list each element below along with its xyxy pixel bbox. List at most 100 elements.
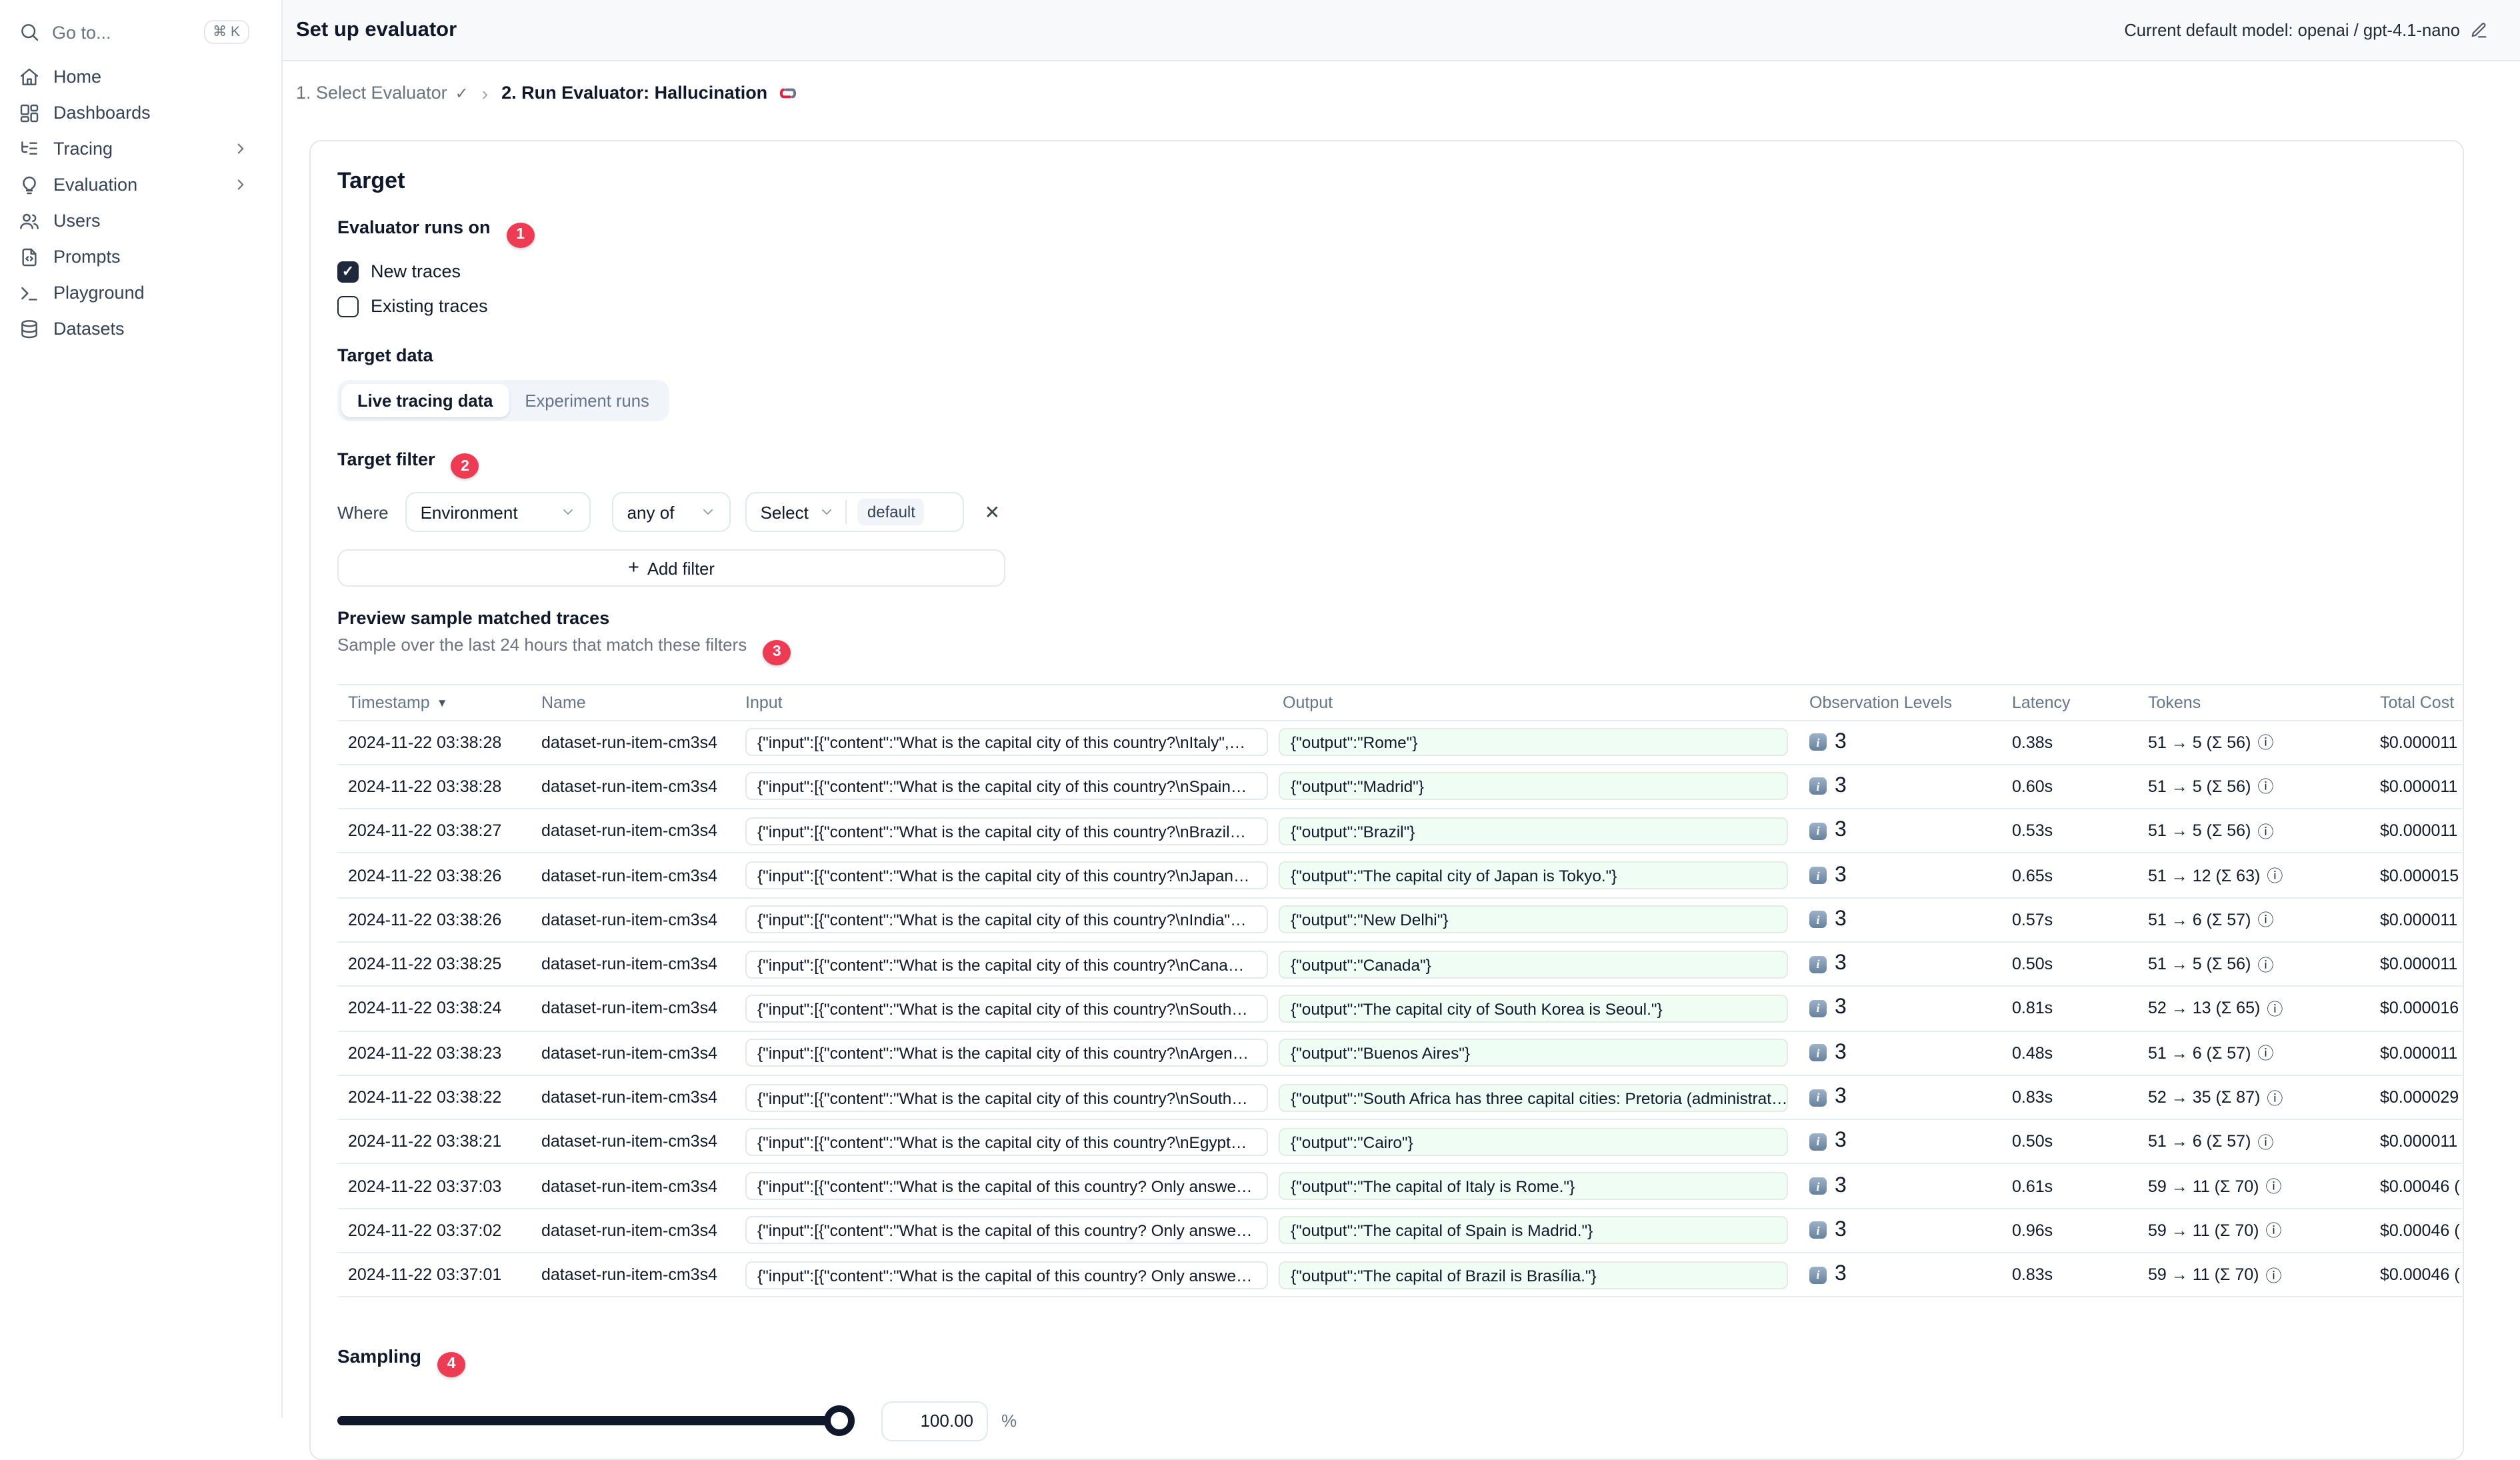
- table-row[interactable]: 2024-11-22 03:38:21 dataset-run-item-cm3s…: [337, 1120, 2464, 1165]
- home-icon: [19, 66, 40, 87]
- sidebar-item-home[interactable]: Home: [0, 59, 281, 95]
- wizard-breadcrumb: 1. Select Evaluator ✓ › 2. Run Evaluator…: [283, 61, 2520, 124]
- breadcrumb-step-1[interactable]: 1. Select Evaluator ✓: [296, 83, 469, 103]
- cell-tokens: 52 → 13 (Σ 65) ⓘ: [2137, 997, 2369, 1020]
- token-info-icon: ⓘ: [2265, 1266, 2282, 1285]
- cell-timestamp: 2024-11-22 03:37:03: [348, 1177, 502, 1196]
- target-card: Target Evaluator runs on 1 ✓ New traces Exi…: [309, 140, 2464, 1460]
- sidebar-item-users[interactable]: Users: [0, 203, 281, 239]
- chevron-right-icon: [232, 176, 249, 193]
- cell-output: {"output":"The capital of Italy is Rome.…: [1279, 1172, 1788, 1201]
- tab-experiment-runs[interactable]: Experiment runs: [509, 383, 665, 417]
- unchecked-checkbox-icon: [337, 295, 359, 317]
- cell-timestamp: 2024-11-22 03:38:27: [348, 821, 502, 841]
- token-info-icon: ⓘ: [2257, 777, 2274, 797]
- token-info-icon: ⓘ: [2265, 1177, 2282, 1197]
- table-row[interactable]: 2024-11-22 03:38:25 dataset-run-item-cm3s…: [337, 943, 2464, 987]
- table-header-row: Timestamp ▼ Name Input Output Observation…: [337, 683, 2463, 721]
- cell-total-cost: $0.000011 (: [2380, 1132, 2464, 1151]
- checkbox-existing-traces[interactable]: Existing traces: [337, 295, 2463, 317]
- cell-total-cost: $0.000016: [2380, 999, 2459, 1018]
- goto-search[interactable]: Go to... ⌘ K: [13, 11, 268, 53]
- info-level-icon: i: [1809, 867, 1827, 885]
- table-row[interactable]: 2024-11-22 03:38:28 dataset-run-item-cm3s…: [337, 721, 2463, 765]
- sidebar-item-datasets[interactable]: Datasets: [0, 311, 281, 347]
- cell-input: {"input":[{"content":"What is the capita…: [745, 994, 1268, 1023]
- col-header-tokens: Tokens: [2148, 693, 2201, 711]
- table-row[interactable]: 2024-11-22 03:37:01 dataset-run-item-cm3s…: [337, 1253, 2463, 1298]
- checked-checkbox-icon: ✓: [337, 261, 359, 282]
- table-row[interactable]: 2024-11-22 03:38:28 dataset-run-item-cm3s…: [337, 765, 2463, 810]
- cell-observation-levels: i3: [1799, 908, 2001, 932]
- breadcrumb-step-2: 2. Run Evaluator: Hallucination: [501, 82, 798, 103]
- percent-label: %: [1001, 1411, 1017, 1431]
- sidebar-item-dashboards[interactable]: Dashboards: [0, 95, 281, 131]
- table-row[interactable]: 2024-11-22 03:38:26 dataset-run-item-cm3s…: [337, 898, 2463, 943]
- col-header-timestamp[interactable]: Timestamp ▼: [337, 693, 531, 711]
- cell-name: dataset-run-item-cm3s4: [541, 955, 717, 974]
- cell-name: dataset-run-item-cm3s4: [541, 1043, 717, 1063]
- token-info-icon: ⓘ: [2267, 999, 2283, 1019]
- cell-output: {"output":"The capital city of Japan is …: [1279, 861, 1788, 890]
- cell-name: dataset-run-item-cm3s4: [541, 999, 717, 1018]
- cell-latency: 0.50s: [2012, 955, 2053, 974]
- cell-output: {"output":"New Delhi"}: [1279, 905, 1788, 934]
- slider-handle[interactable]: [824, 1405, 855, 1437]
- table-row[interactable]: 2024-11-22 03:38:23 dataset-run-item-cm3s…: [337, 1031, 2463, 1076]
- table-row[interactable]: 2024-11-22 03:38:22 dataset-run-item-cm3s…: [337, 1076, 2463, 1121]
- slider-track: [337, 1416, 852, 1426]
- info-level-icon: i: [1809, 1089, 1827, 1107]
- cell-tokens: 52 → 35 (Σ 87) ⓘ: [2137, 1086, 2369, 1109]
- cell-name: dataset-run-item-cm3s4: [541, 777, 717, 796]
- cell-latency: 0.48s: [2012, 1043, 2053, 1063]
- col-header-observation-levels: Observation Levels: [1809, 693, 1953, 711]
- langfuse-knot-icon: [777, 82, 798, 103]
- cell-name: dataset-run-item-cm3s4: [541, 866, 717, 885]
- filter-operator-select[interactable]: any of: [612, 492, 731, 532]
- cell-observation-levels: i3: [1799, 1174, 2001, 1198]
- sidebar-item-evaluation[interactable]: Evaluation: [0, 167, 281, 203]
- target-filter-label: Target filter: [337, 449, 435, 469]
- runs-on-checkboxes: ✓ New traces Existing traces: [337, 261, 2463, 317]
- table-row[interactable]: 2024-11-22 03:38:24 dataset-run-item-cm3s…: [337, 987, 2463, 1032]
- filter-column-select[interactable]: Environment: [405, 492, 591, 532]
- token-info-icon: ⓘ: [2257, 1133, 2274, 1152]
- checkbox-new-traces[interactable]: ✓ New traces: [337, 261, 2463, 282]
- table-row[interactable]: 2024-11-22 03:38:26 dataset-run-item-cm3s…: [337, 854, 2463, 899]
- table-row[interactable]: 2024-11-22 03:37:02 dataset-run-item-cm3s…: [337, 1209, 2463, 1254]
- remove-filter-button[interactable]: ✕: [985, 501, 1000, 523]
- col-header-name: Name: [541, 693, 586, 711]
- filter-row: Where Environment any of Select default …: [337, 492, 2463, 532]
- cell-observation-levels: i3: [1799, 1085, 2001, 1109]
- sampling-slider[interactable]: [337, 1405, 855, 1437]
- sidebar-item-playground[interactable]: Playground: [0, 275, 281, 311]
- sidebar-item-prompts[interactable]: Prompts: [0, 239, 281, 275]
- cell-total-cost: $0.000011 (: [2380, 955, 2464, 974]
- table-row[interactable]: 2024-11-22 03:38:27 dataset-run-item-cm3s…: [337, 809, 2463, 854]
- keyboard-shortcut-badge: ⌘ K: [203, 20, 249, 44]
- info-level-icon: i: [1809, 1221, 1827, 1239]
- filter-value-select[interactable]: Select default: [745, 492, 965, 532]
- cell-name: dataset-run-item-cm3s4: [541, 1265, 717, 1285]
- cell-observation-levels: i3: [1799, 730, 2001, 754]
- info-level-icon: i: [1809, 1266, 1827, 1284]
- token-info-icon: ⓘ: [2257, 822, 2274, 841]
- col-header-total-cost: Total Cost: [2380, 693, 2455, 711]
- target-heading: Target: [337, 168, 405, 193]
- info-level-icon: i: [1809, 733, 1827, 751]
- table-row[interactable]: 2024-11-22 03:37:03 dataset-run-item-cm3s…: [337, 1165, 2463, 1209]
- cell-observation-levels: i3: [1799, 952, 2001, 976]
- cell-input: {"input":[{"content":"What is the capita…: [745, 905, 1268, 934]
- sidebar-item-tracing[interactable]: Tracing: [0, 131, 281, 167]
- main-area: Set up evaluator Current default model: …: [283, 0, 2520, 1460]
- add-filter-button[interactable]: + Add filter: [337, 549, 1005, 587]
- edit-model-icon[interactable]: [2469, 21, 2488, 39]
- cell-total-cost: $0.00046 (: [2380, 1265, 2460, 1285]
- tab-live-tracing-data[interactable]: Live tracing data: [341, 383, 509, 417]
- cell-output: {"output":"The capital of Brazil is Bras…: [1279, 1261, 1788, 1289]
- cell-input: {"input":[{"content":"What is the capita…: [745, 1172, 1268, 1201]
- sampling-input[interactable]: [881, 1401, 988, 1441]
- cell-tokens: 51 → 6 (Σ 57) ⓘ: [2137, 1041, 2369, 1064]
- cell-input: {"input":[{"content":"What is the capita…: [745, 861, 1268, 890]
- cell-timestamp: 2024-11-22 03:38:23: [348, 1043, 502, 1063]
